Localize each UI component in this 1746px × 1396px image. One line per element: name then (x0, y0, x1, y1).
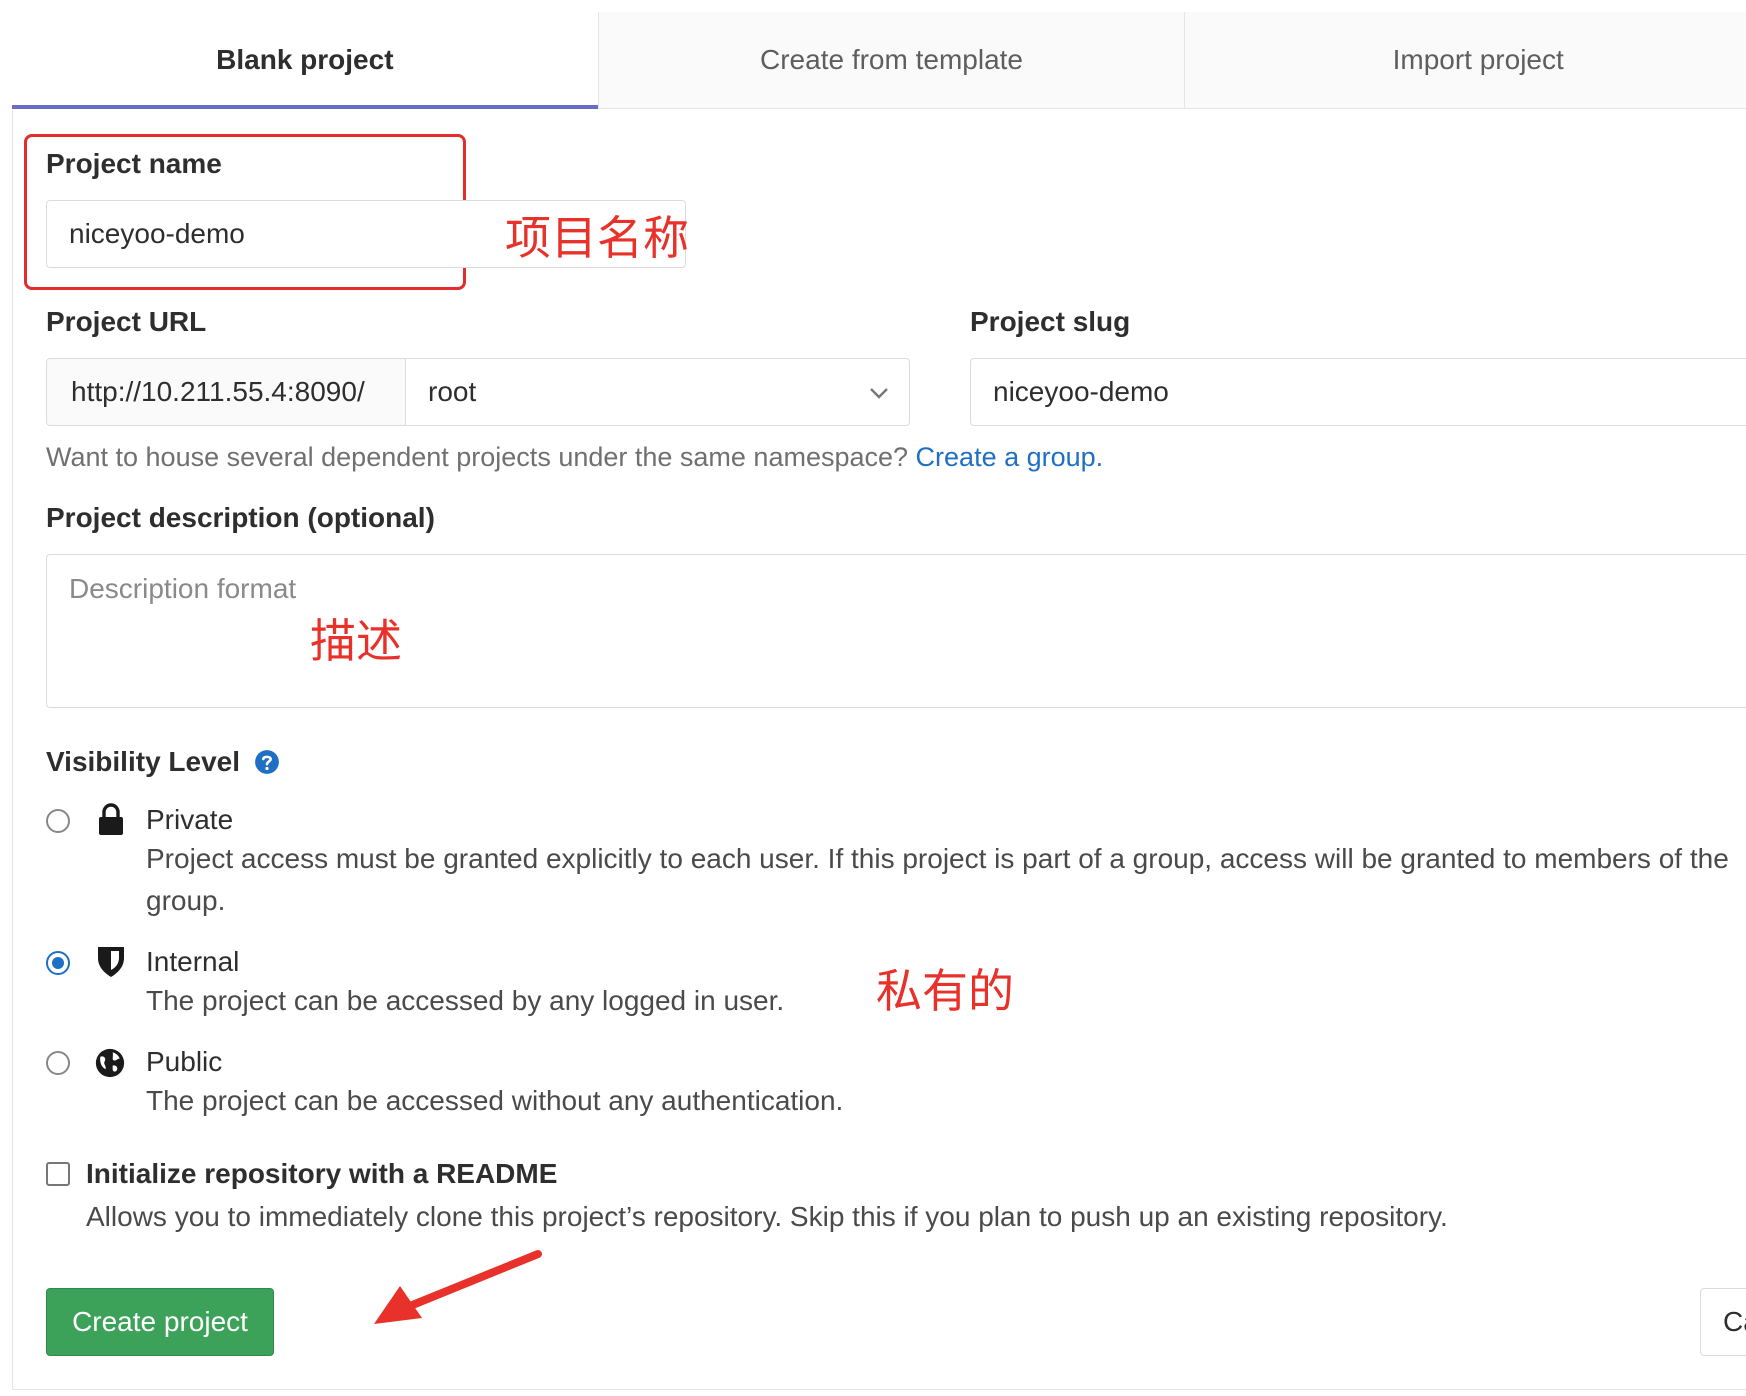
visibility-public-radio[interactable] (46, 1051, 70, 1075)
readme-label: Initialize repository with a README (86, 1158, 558, 1189)
visibility-internal-radio[interactable] (46, 951, 70, 975)
visibility-private-title: Private (146, 804, 234, 835)
cancel-button[interactable]: Cancel (1700, 1288, 1746, 1356)
project-name-label: Project name (46, 148, 222, 179)
annotation-project-name: 项目名称 (505, 211, 689, 265)
project-url-prefix: http://10.211.55.4:8090/ (46, 358, 406, 426)
project-slug-input[interactable]: niceyoo-demo (970, 358, 1746, 426)
lock-icon (99, 803, 123, 835)
visibility-internal-title: Internal (146, 946, 240, 977)
tab-blank-project[interactable]: Blank project (12, 12, 599, 109)
annotation-arrow-icon (374, 1250, 542, 1324)
visibility-private-radio[interactable] (46, 809, 70, 833)
visibility-private-desc: Project access must be granted explicitl… (146, 843, 1729, 916)
tab-create-from-template[interactable]: Create from template (598, 12, 1186, 108)
project-slug-label: Project slug (970, 306, 1131, 337)
visibility-public-title: Public (146, 1046, 223, 1077)
shield-icon (98, 947, 124, 977)
readme-checkbox[interactable] (46, 1162, 70, 1186)
visibility-public-desc: The project can be accessed without any … (146, 1085, 844, 1116)
create-project-button[interactable]: Create project (46, 1288, 274, 1356)
visibility-internal-desc: The project can be accessed by any logge… (146, 985, 785, 1016)
description-placeholder: Description format (69, 573, 297, 604)
project-tabs: Blank project Create from template Impor… (12, 12, 1746, 109)
visibility-level-label: Visibility Level (46, 746, 280, 778)
project-description-label: Project description (optional) (46, 502, 435, 533)
visibility-level-text: Visibility Level (46, 746, 241, 777)
globe-icon (95, 1048, 125, 1078)
project-description-textarea[interactable]: Description format (46, 554, 1746, 708)
annotation-visibility: 私有的 (876, 964, 1014, 1018)
create-group-link[interactable]: Create a group. (916, 442, 1104, 472)
readme-desc: Allows you to immediately clone this pro… (86, 1201, 1448, 1232)
namespace-help-text: Want to house several dependent projects… (46, 442, 1103, 473)
project-url-label: Project URL (46, 306, 207, 337)
tab-import-project[interactable]: Import project (1185, 12, 1746, 108)
namespace-select[interactable]: root (405, 358, 910, 426)
annotation-description: 描述 (310, 614, 402, 668)
chevron-down-icon (870, 388, 888, 399)
namespace-help-message: Want to house several dependent projects… (46, 442, 916, 472)
namespace-value: root (428, 376, 477, 407)
help-icon[interactable] (254, 749, 280, 775)
